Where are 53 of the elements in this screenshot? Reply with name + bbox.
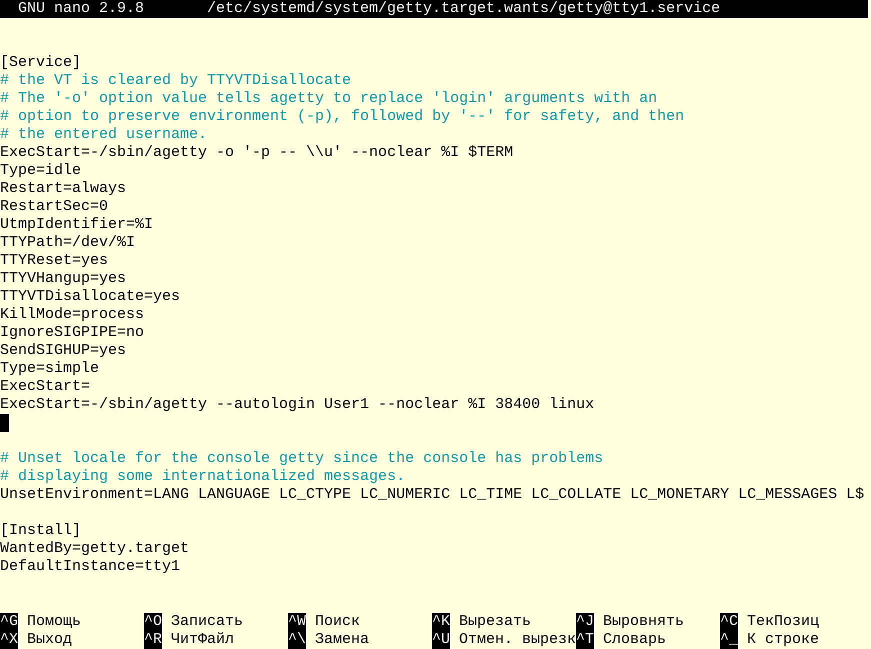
code-line: TTYVHangup=yes bbox=[0, 270, 126, 287]
code-line: Type=simple bbox=[0, 360, 100, 377]
code-line: TTYVTDisallocate=yes bbox=[0, 288, 180, 305]
shortcut-key: ^C bbox=[720, 613, 738, 631]
shortcut-label: К строке bbox=[746, 631, 820, 649]
code-line: UnsetEnvironment=LANG LANGUAGE LC_CTYPE LC_NUMERIC LC_TIME LC_COLLATE LC_MONETARY LC_MESSAGES L$ bbox=[0, 486, 864, 503]
code-line: KillMode=process bbox=[0, 306, 144, 323]
shortcut-key: ^\ bbox=[288, 631, 306, 649]
code-line: TTYReset=yes bbox=[0, 252, 108, 269]
shortcut-label: Отмен. вырезк bbox=[458, 631, 576, 649]
shortcut-label: Выход bbox=[26, 631, 72, 649]
shortcut-label: Словарь bbox=[602, 631, 666, 649]
shortcut-key: ^G bbox=[0, 613, 18, 631]
shortcut-label: ЧитФайл bbox=[170, 631, 234, 649]
code-line: SendSIGHUP=yes bbox=[0, 342, 126, 359]
app-name: GNU nano 2.9.8 bbox=[17, 0, 146, 18]
comment-line: # The '-o' option value tells agetty to replace 'login' arguments with an bbox=[0, 90, 658, 107]
code-line: ExecStart= bbox=[0, 378, 90, 395]
shortcut-label: Поиск bbox=[314, 613, 360, 631]
code-line: TTYPath=/dev/%I bbox=[0, 234, 136, 251]
shortcut-key: ^J bbox=[576, 613, 594, 631]
shortcut-key: ^U bbox=[432, 631, 450, 649]
code-line: [Install] bbox=[0, 522, 82, 539]
shortcut-label: Выровнять bbox=[602, 613, 684, 631]
shortcut-label: Записать bbox=[170, 613, 244, 631]
code-line: ExecStart=-/sbin/agetty -o '-p -- \\u' --noclear %I $TERM bbox=[0, 144, 514, 161]
shortcut-label: Замена bbox=[314, 631, 370, 649]
code-line: [Service] bbox=[0, 54, 82, 71]
comment-line: # the VT is cleared by TTYVTDisallocate bbox=[0, 72, 352, 89]
code-line: DefaultInstance=tty1 bbox=[0, 558, 180, 575]
code-line: IgnoreSIGPIPE=no bbox=[0, 324, 144, 341]
shortcut-key: ^R bbox=[144, 631, 162, 649]
shortcut-key: ^W bbox=[288, 613, 306, 631]
shortcut-key: ^_ bbox=[720, 631, 738, 649]
code-line: Type=idle bbox=[0, 162, 82, 179]
shortcut-key: ^O bbox=[144, 613, 162, 631]
shortcut-label: Помощь bbox=[26, 613, 82, 631]
shortcut-label: ТекПозиц bbox=[746, 613, 820, 631]
code-line: ExecStart=-/sbin/agetty --autologin User1 --noclear %I 38400 linux bbox=[0, 396, 594, 413]
text-cursor bbox=[0, 414, 9, 432]
shortcut-key: ^T bbox=[576, 631, 594, 649]
code-line: UtmpIdentifier=%I bbox=[0, 216, 154, 233]
shortcut-key: ^X bbox=[0, 631, 18, 649]
code-line: RestartSec=0 bbox=[0, 198, 108, 215]
code-line: Restart=always bbox=[0, 180, 126, 197]
shortcut-key: ^K bbox=[432, 613, 450, 631]
shortcut-label: Вырезать bbox=[458, 613, 532, 631]
file-path: /etc/systemd/system/getty.target.wants/getty@tty1.service bbox=[207, 0, 720, 18]
comment-line: # the entered username. bbox=[0, 126, 208, 143]
comment-line: # Unset locale for the console getty since the console has problems bbox=[0, 450, 604, 467]
comment-line: # option to preserve environment (-p), followed by '--' for safety, and then bbox=[0, 108, 684, 125]
comment-line: # displaying some internationalized messages. bbox=[0, 468, 406, 485]
code-line: WantedBy=getty.target bbox=[0, 540, 190, 557]
